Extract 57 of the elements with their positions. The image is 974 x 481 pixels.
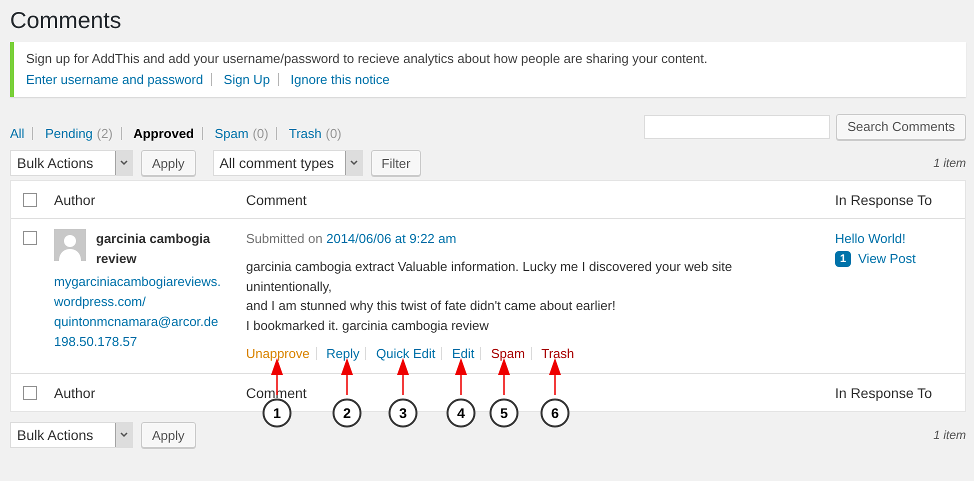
column-header: Comment bbox=[246, 192, 307, 208]
callout-number: 3 bbox=[399, 405, 407, 421]
bulk-actions-dropdown[interactable]: Bulk Actions bbox=[10, 422, 133, 448]
column-header: Author bbox=[54, 384, 96, 400]
caret-icon bbox=[120, 432, 128, 438]
row-action-link[interactable]: Trash bbox=[541, 346, 574, 361]
status-filter[interactable]: Trash (0) bbox=[288, 126, 342, 141]
callout-arrow bbox=[455, 358, 467, 395]
notice-link[interactable]: Sign Up bbox=[224, 72, 270, 87]
bulk-actions-dropdown[interactable]: Bulk Actions bbox=[10, 150, 133, 176]
page-title: Comments bbox=[10, 6, 122, 34]
search-button[interactable]: Search Comments bbox=[836, 114, 966, 140]
notice-message: Sign up for AddThis and add your username/password to recieve analytics about how people are sharing your content. bbox=[26, 51, 708, 66]
comment-text: and I am stunned why this twist of fate didn't came about earlier! bbox=[246, 297, 617, 315]
author-email[interactable]: quintonmcnamara@arcor.de bbox=[54, 312, 229, 332]
status-filter[interactable]: Pending (2) bbox=[45, 126, 113, 141]
avatar-icon bbox=[54, 229, 86, 261]
status-filter[interactable]: Approved bbox=[133, 126, 194, 141]
row-action-link[interactable]: Edit bbox=[452, 346, 474, 361]
row-action-link[interactable]: Spam bbox=[491, 346, 525, 361]
post-title-link[interactable]: Hello World! bbox=[835, 229, 906, 249]
callout-arrow bbox=[549, 358, 561, 395]
callout-number: 5 bbox=[500, 405, 508, 421]
item-count: 1 item bbox=[933, 156, 966, 170]
status-filter[interactable]: Spam (0) bbox=[214, 126, 268, 141]
column-header: Comment bbox=[246, 384, 307, 400]
callout-number: 6 bbox=[551, 405, 559, 421]
row-action-link[interactable]: Quick Edit bbox=[376, 346, 436, 361]
notice-link[interactable]: Enter username and password bbox=[26, 72, 204, 87]
author-name: garcinia cambogia review bbox=[96, 230, 212, 268]
column-header: In Response To bbox=[835, 192, 932, 208]
comment-type-dropdown[interactable]: All comment types bbox=[212, 150, 363, 176]
caret-icon bbox=[350, 160, 358, 166]
apply-button[interactable]: Apply bbox=[141, 150, 196, 176]
search-field[interactable] bbox=[644, 114, 830, 138]
comment-count-badge[interactable]: 1 bbox=[835, 251, 852, 267]
view-post-link[interactable]: View Post bbox=[858, 249, 916, 269]
status-filter[interactable]: All bbox=[10, 126, 24, 141]
submitted-label: Submitted on bbox=[246, 231, 323, 246]
apply-button[interactable]: Apply bbox=[141, 422, 196, 448]
column-header: In Response To bbox=[835, 384, 932, 400]
column-header: Author bbox=[54, 192, 96, 208]
author-ip[interactable]: 198.50.178.57 bbox=[54, 332, 229, 352]
select-all-checkbox[interactable] bbox=[23, 192, 37, 206]
select-all-checkbox[interactable] bbox=[23, 386, 37, 400]
caret-icon bbox=[120, 160, 128, 166]
comment-text: I bookmarked it. garcinia cambogia review bbox=[246, 316, 490, 335]
item-count: 1 item bbox=[933, 428, 966, 442]
callout-number: 4 bbox=[457, 405, 465, 421]
callout-number: 2 bbox=[343, 405, 351, 421]
notice-link[interactable]: Ignore this notice bbox=[290, 72, 390, 87]
callout-number: 1 bbox=[273, 405, 281, 421]
row-checkbox[interactable] bbox=[23, 231, 37, 245]
comment-date-link[interactable]: 2014/06/06 at 9:22 am bbox=[326, 231, 456, 246]
row-action-link[interactable]: Reply bbox=[326, 346, 360, 361]
filter-button[interactable]: Filter bbox=[370, 150, 422, 176]
row-action-link[interactable]: Unapprove bbox=[246, 346, 310, 361]
